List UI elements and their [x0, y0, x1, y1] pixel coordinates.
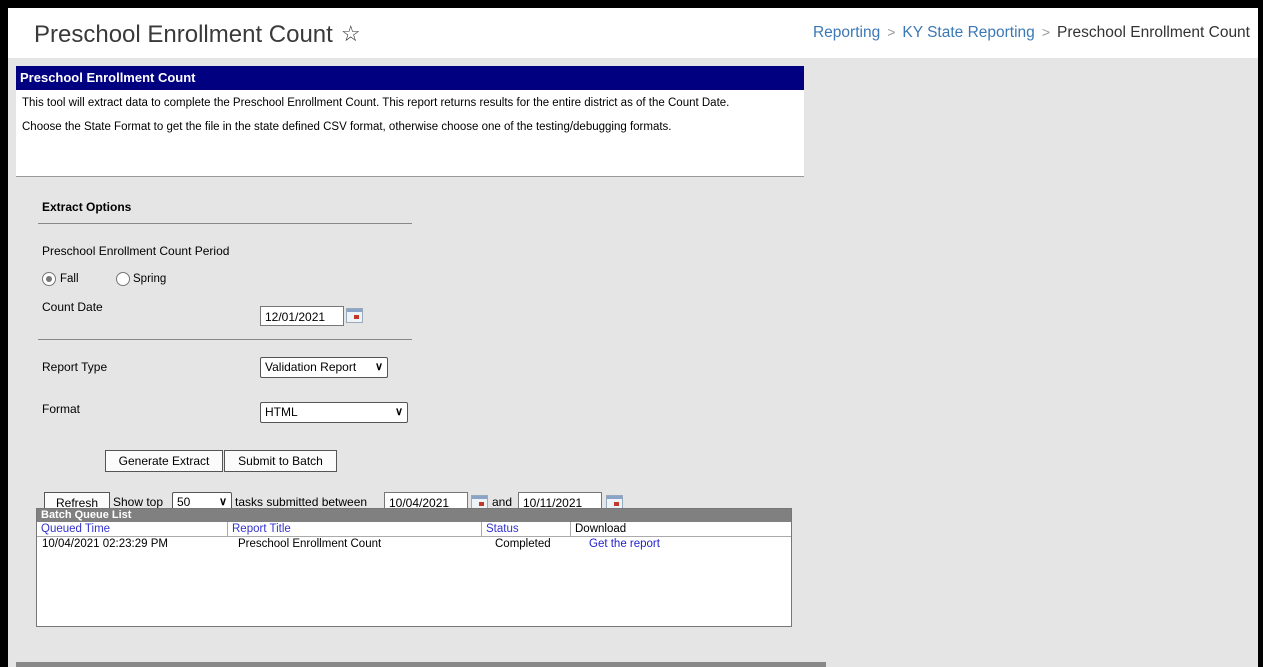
report-title-cell: Preschool Enrollment Count — [238, 538, 382, 550]
report-type-select[interactable]: Validation Report ∨ — [260, 357, 388, 378]
calendar-icon[interactable] — [346, 308, 363, 323]
breadcrumb-ky-state-reporting[interactable]: KY State Reporting — [902, 24, 1034, 41]
batch-queue-title: Batch Queue List — [37, 509, 791, 522]
extract-options-heading: Extract Options — [42, 200, 132, 214]
divider — [38, 223, 412, 224]
tool-description-2: Choose the State Format to get the file … — [22, 121, 672, 133]
radio-spring-label[interactable]: Spring — [133, 273, 166, 285]
content-area: Preschool Enrollment Count This tool wil… — [8, 58, 1258, 667]
format-label: Format — [42, 402, 81, 416]
radio-fall-label[interactable]: Fall — [60, 273, 79, 285]
divider — [38, 339, 412, 340]
report-type-label: Report Type — [42, 360, 108, 374]
status-cell: Completed — [495, 538, 551, 550]
radio-spring[interactable] — [116, 272, 130, 286]
tool-description-panel: Preschool Enrollment Count This tool wil… — [16, 66, 804, 177]
column-download: Download — [570, 522, 675, 536]
generate-extract-button[interactable]: Generate Extract — [105, 450, 223, 472]
format-select[interactable]: HTML ∨ — [260, 402, 408, 423]
column-status[interactable]: Status — [481, 522, 566, 536]
scrollbar-track[interactable] — [16, 662, 826, 667]
chevron-down-icon: ∨ — [374, 361, 383, 373]
breadcrumb-separator-icon: > — [1041, 24, 1050, 40]
get-report-link[interactable]: Get the report — [589, 537, 660, 551]
submit-to-batch-button[interactable]: Submit to Batch — [224, 450, 337, 472]
page-title: Preschool Enrollment Count ☆ — [34, 21, 361, 49]
period-label: Preschool Enrollment Count Period — [42, 244, 230, 258]
page-title-text: Preschool Enrollment Count — [34, 21, 333, 48]
and-label: and — [492, 495, 513, 509]
format-value: HTML — [265, 405, 298, 419]
table-row: 10/04/2021 02:23:29 PM Preschool Enrollm… — [37, 537, 791, 551]
column-queued-time[interactable]: Queued Time — [37, 522, 226, 536]
radio-fall[interactable] — [42, 272, 56, 286]
breadcrumb-reporting[interactable]: Reporting — [813, 24, 880, 41]
report-type-value: Validation Report — [265, 360, 357, 374]
count-date-label: Count Date — [42, 300, 103, 314]
chevron-down-icon: ∨ — [394, 406, 403, 418]
breadcrumb: Reporting > KY State Reporting > Preschool E… — [813, 24, 1250, 42]
batch-queue-columns: Queued Time Report Title Status Download — [37, 522, 791, 537]
star-icon[interactable]: ☆ — [341, 21, 361, 47]
breadcrumb-current: Preschool Enrollment Count — [1057, 24, 1250, 41]
show-top-value: 50 — [177, 495, 191, 509]
count-date-input[interactable]: 12/01/2021 — [260, 306, 344, 326]
breadcrumb-separator-icon: > — [887, 24, 896, 40]
tool-description-1: This tool will extract data to complete … — [22, 97, 730, 109]
column-report-title[interactable]: Report Title — [227, 522, 477, 536]
between-label: tasks submitted between — [235, 495, 368, 509]
show-top-label: Show top — [113, 495, 164, 509]
tool-header: Preschool Enrollment Count — [16, 66, 804, 90]
queued-time-cell: 10/04/2021 02:23:29 PM — [42, 538, 168, 550]
top-bar: Preschool Enrollment Count ☆ Reporting > KY… — [8, 8, 1258, 58]
batch-queue-list: Batch Queue List Queued Time Report Titl… — [36, 508, 792, 627]
